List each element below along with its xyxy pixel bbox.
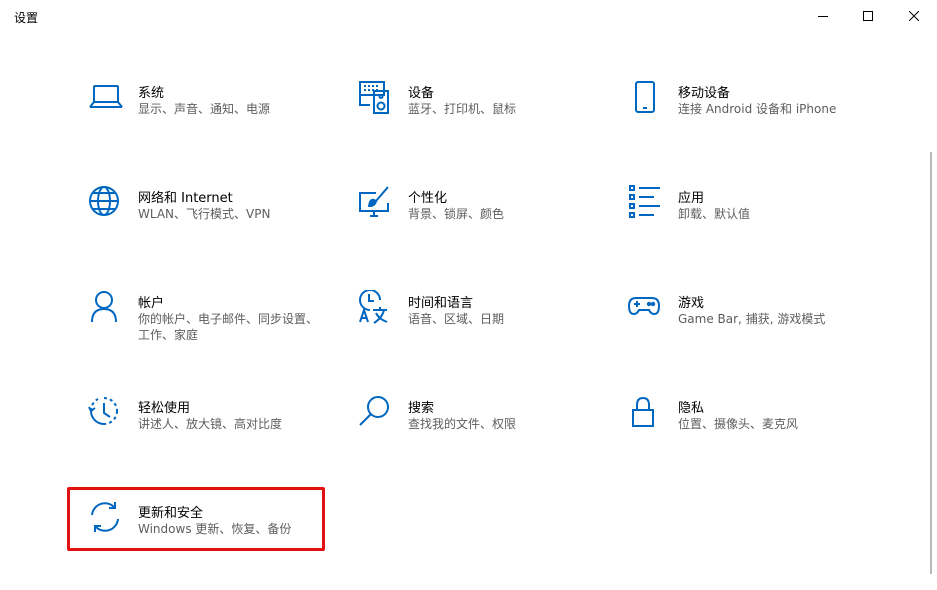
tile-accounts[interactable]: 帐户 你的帐户、电子邮件、同步设置、工作、家庭 bbox=[88, 290, 338, 360]
sync-icon bbox=[88, 500, 124, 536]
globe-icon bbox=[88, 185, 124, 221]
tile-apps[interactable]: 应用 卸载、默认值 bbox=[628, 185, 878, 255]
phone-icon bbox=[628, 80, 664, 116]
tile-name: 移动设备 bbox=[678, 86, 731, 101]
lock-icon bbox=[628, 395, 664, 431]
tile-description: 你的帐户、电子邮件、同步设置、工作、家庭 bbox=[138, 312, 319, 342]
tile-name: 网络和 Internet bbox=[138, 191, 233, 206]
tile-name: 个性化 bbox=[408, 191, 448, 206]
maximize-icon bbox=[863, 11, 873, 21]
keyboard-speaker-icon bbox=[358, 80, 394, 116]
tile-name: 隐私 bbox=[678, 401, 705, 416]
tile-network[interactable]: 网络和 Internet WLAN、飞行模式、VPN bbox=[88, 185, 338, 255]
title-bar: 设置 bbox=[0, 0, 937, 32]
tile-personalization[interactable]: 个性化 背景、锁屏、颜色 bbox=[358, 185, 608, 255]
tile-update-security[interactable]: 更新和安全 Windows 更新、恢复、备份 bbox=[88, 500, 338, 570]
tile-devices[interactable]: 设备 蓝牙、打印机、鼠标 bbox=[358, 80, 608, 150]
minimize-icon bbox=[818, 16, 828, 17]
gamepad-icon bbox=[628, 290, 664, 326]
tile-description: Windows 更新、恢复、备份 bbox=[138, 522, 292, 536]
tile-description: 卸载、默认值 bbox=[678, 207, 751, 221]
tile-ease-of-access[interactable]: 轻松使用 讲述人、放大镜、高对比度 bbox=[88, 395, 338, 465]
tile-name: 更新和安全 bbox=[138, 506, 204, 521]
tile-name: 应用 bbox=[678, 191, 705, 206]
scrollbar[interactable] bbox=[930, 152, 932, 574]
tile-name: 时间和语言 bbox=[408, 296, 474, 311]
tile-mobile-devices[interactable]: 移动设备 连接 Android 设备和 iPhone bbox=[628, 80, 878, 150]
window-title: 设置 bbox=[14, 11, 39, 25]
tile-name: 游戏 bbox=[678, 296, 705, 311]
tile-description: 语音、区域、日期 bbox=[408, 312, 505, 326]
tile-description: Game Bar, 捕获, 游戏模式 bbox=[678, 312, 826, 326]
maximize-button[interactable] bbox=[845, 0, 891, 32]
close-icon bbox=[909, 11, 919, 21]
minimize-button[interactable] bbox=[800, 0, 846, 32]
tile-description: 位置、摄像头、麦克风 bbox=[678, 417, 799, 431]
clock-language-icon bbox=[358, 290, 394, 326]
tile-name: 轻松使用 bbox=[138, 401, 191, 416]
tile-description: 连接 Android 设备和 iPhone bbox=[678, 102, 837, 116]
tile-description: 讲述人、放大镜、高对比度 bbox=[138, 417, 283, 431]
tile-description: 背景、锁屏、颜色 bbox=[408, 207, 505, 221]
tile-name: 帐户 bbox=[138, 296, 165, 311]
search-icon bbox=[358, 395, 394, 431]
person-icon bbox=[88, 290, 124, 326]
ease-of-access-icon bbox=[88, 395, 124, 431]
tile-description: 蓝牙、打印机、鼠标 bbox=[408, 102, 517, 116]
close-button[interactable] bbox=[891, 0, 937, 32]
tile-description: WLAN、飞行模式、VPN bbox=[138, 207, 271, 221]
tile-time-language[interactable]: 时间和语言 语音、区域、日期 bbox=[358, 290, 608, 360]
apps-list-icon bbox=[628, 185, 664, 221]
paint-monitor-icon bbox=[358, 185, 394, 221]
tile-search[interactable]: 搜索 查找我的文件、权限 bbox=[358, 395, 608, 465]
tile-name: 设备 bbox=[408, 86, 435, 101]
laptop-icon bbox=[88, 80, 124, 116]
tile-description: 查找我的文件、权限 bbox=[408, 417, 517, 431]
tile-privacy[interactable]: 隐私 位置、摄像头、麦克风 bbox=[628, 395, 878, 465]
tile-description: 显示、声音、通知、电源 bbox=[138, 102, 271, 116]
tile-name: 系统 bbox=[138, 86, 165, 101]
tile-gaming[interactable]: 游戏 Game Bar, 捕获, 游戏模式 bbox=[628, 290, 878, 360]
tile-name: 搜索 bbox=[408, 401, 435, 416]
tile-system[interactable]: 系统 显示、声音、通知、电源 bbox=[88, 80, 338, 150]
